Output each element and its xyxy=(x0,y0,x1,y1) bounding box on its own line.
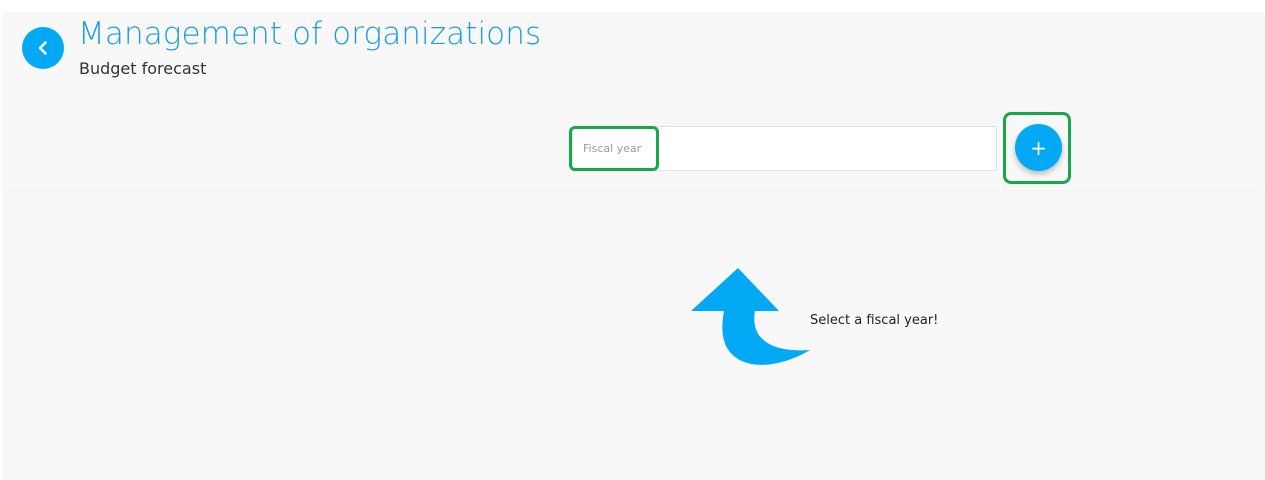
page-subtitle: Budget forecast xyxy=(79,59,207,78)
content-area xyxy=(3,192,1265,480)
page-title: Management of organizations xyxy=(78,16,542,52)
curved-arrow-up-icon xyxy=(691,268,810,365)
chevron-left-icon xyxy=(38,41,47,55)
back-button[interactable] xyxy=(22,27,64,69)
fiscal-year-field[interactable] xyxy=(572,126,997,171)
add-fiscal-year-button[interactable]: + xyxy=(1015,124,1062,171)
empty-state-message: Select a fiscal year! xyxy=(810,313,939,328)
fiscal-year-input[interactable] xyxy=(573,127,996,170)
page: Management of organizations Budget forec… xyxy=(0,0,1265,480)
